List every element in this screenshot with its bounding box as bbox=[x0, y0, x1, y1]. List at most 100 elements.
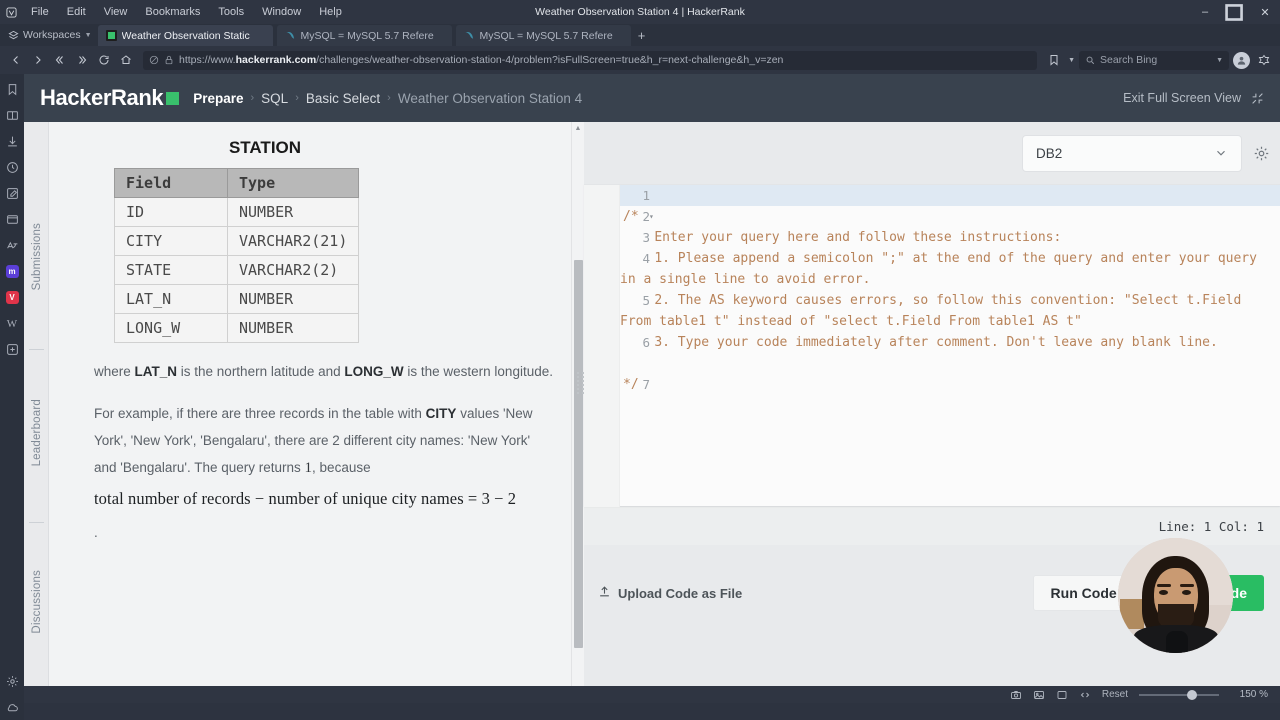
statement-formula: total number of records − number of uniq… bbox=[94, 489, 517, 509]
browser-status-bar: Reset 150 % bbox=[24, 686, 1280, 703]
mastodon-panel-icon[interactable]: m bbox=[4, 263, 21, 280]
line-text: 1. Please append a semicolon ";" at the … bbox=[620, 251, 1265, 287]
profile-avatar[interactable] bbox=[1233, 51, 1250, 69]
zoom-reset-button[interactable]: Reset bbox=[1102, 689, 1128, 700]
upload-icon bbox=[598, 585, 611, 601]
menu-tools[interactable]: Tools bbox=[209, 0, 253, 24]
sync-cloud-icon[interactable] bbox=[4, 699, 21, 716]
cell-field: CITY bbox=[114, 226, 228, 256]
cell-type: NUMBER bbox=[226, 197, 360, 227]
bookmarks-panel-icon[interactable] bbox=[4, 81, 21, 98]
breadcrumb-prepare[interactable]: Prepare bbox=[193, 91, 243, 106]
vivaldi-social-panel-icon[interactable]: V bbox=[4, 289, 21, 306]
zoom-level-label: 150 % bbox=[1239, 689, 1268, 700]
translate-panel-icon[interactable] bbox=[4, 237, 21, 254]
webcam-person-brow-right bbox=[1180, 584, 1194, 587]
tab-mysql-reference-1[interactable]: MySQL = MySQL 5.7 Refere bbox=[276, 25, 452, 46]
image-toggle-icon[interactable] bbox=[1033, 689, 1045, 701]
menu-help[interactable]: Help bbox=[310, 0, 351, 24]
editor-code-area[interactable]: 1 2 ▾ /* 3 Enter your query here and fol… bbox=[620, 185, 1280, 507]
line-number: 4 bbox=[642, 251, 650, 266]
menu-bar: File Edit View Bookmarks Tools Window He… bbox=[0, 0, 1280, 24]
breadcrumb-basic-select[interactable]: Basic Select bbox=[306, 91, 380, 106]
tiling-icon[interactable] bbox=[1056, 689, 1068, 701]
scroll-up-arrow-icon[interactable]: ▲ bbox=[572, 122, 584, 135]
upload-code-button[interactable]: Upload Code as File bbox=[598, 585, 742, 601]
cell-type: NUMBER bbox=[226, 284, 360, 314]
search-input[interactable]: Search Bing ▼ bbox=[1079, 50, 1229, 70]
fold-arrow-icon[interactable]: ▾ bbox=[649, 206, 654, 227]
webcam-shelf bbox=[1120, 599, 1144, 629]
code-editor[interactable]: 1 2 ▾ /* 3 Enter your query here and fol… bbox=[577, 184, 1280, 507]
settings-gear-icon[interactable] bbox=[4, 673, 21, 690]
maximize-button[interactable] bbox=[1220, 0, 1250, 24]
workspaces-button[interactable]: Workspaces ▼ bbox=[0, 24, 98, 46]
new-tab-button[interactable]: + bbox=[631, 25, 653, 46]
fastforward-button[interactable] bbox=[72, 49, 92, 71]
breadcrumb-separator-icon: › bbox=[295, 92, 299, 104]
home-button[interactable] bbox=[116, 49, 136, 71]
language-select[interactable]: DB2 bbox=[1022, 134, 1242, 172]
window-panel-icon[interactable] bbox=[4, 211, 21, 228]
workspaces-icon bbox=[8, 30, 19, 41]
webcam-overlay bbox=[1118, 538, 1233, 653]
forward-button[interactable] bbox=[28, 49, 48, 71]
code-line: 4 1. Please append a semicolon ";" at th… bbox=[620, 248, 1280, 290]
search-placeholder: Search Bing bbox=[1100, 54, 1158, 66]
side-panel-bottom bbox=[0, 673, 24, 716]
mastodon-icon: m bbox=[5, 265, 19, 278]
code-line: 3 Enter your query here and follow these… bbox=[620, 227, 1280, 248]
line-number: 1 bbox=[642, 188, 650, 203]
back-button[interactable] bbox=[6, 49, 26, 71]
tab-mysql-reference-2[interactable]: MySQL = MySQL 5.7 Refere bbox=[455, 25, 631, 46]
developer-tools-icon[interactable] bbox=[1079, 689, 1091, 701]
wikipedia-panel-icon[interactable]: W bbox=[4, 315, 21, 332]
text-fragment: where bbox=[94, 364, 135, 379]
webcam-person-eye-left bbox=[1159, 590, 1168, 595]
menu-view[interactable]: View bbox=[95, 0, 137, 24]
zoom-slider-knob[interactable] bbox=[1187, 689, 1197, 700]
history-panel-icon[interactable] bbox=[4, 159, 21, 176]
search-engine-chevron-icon[interactable]: ▼ bbox=[1216, 57, 1223, 64]
table-row: CITY VARCHAR2(21) bbox=[114, 226, 360, 256]
cell-field: LONG_W bbox=[114, 313, 228, 343]
menu-edit[interactable]: Edit bbox=[58, 0, 95, 24]
address-bar-actions: ▼ Search Bing ▼ bbox=[1044, 49, 1274, 71]
side-tab-submissions[interactable]: Submissions bbox=[24, 202, 49, 312]
breadcrumb-sql[interactable]: SQL bbox=[261, 91, 288, 106]
hackerrank-logo[interactable]: HackerRank bbox=[40, 85, 180, 111]
table-header-row: Field Type bbox=[114, 168, 360, 198]
side-tab-leaderboard[interactable]: Leaderboard bbox=[24, 377, 49, 489]
side-tab-discussions[interactable]: Discussions bbox=[24, 547, 49, 657]
menu-file[interactable]: File bbox=[22, 0, 58, 24]
url-input[interactable]: https://www.hackerrank.com/challenges/we… bbox=[143, 50, 1038, 70]
editor-settings-gear-icon[interactable] bbox=[1253, 145, 1270, 162]
reload-button[interactable] bbox=[94, 49, 114, 71]
rewind-button[interactable] bbox=[50, 49, 70, 71]
menu-bookmarks[interactable]: Bookmarks bbox=[136, 0, 209, 24]
bookmark-icon[interactable] bbox=[1044, 49, 1064, 71]
station-table-title: STATION bbox=[228, 138, 302, 157]
notes-panel-icon[interactable] bbox=[4, 185, 21, 202]
scrollbar-thumb[interactable] bbox=[574, 260, 583, 648]
close-button[interactable]: ✕ bbox=[1250, 0, 1280, 24]
hackerrank-favicon bbox=[105, 30, 117, 41]
table-row: LAT_N NUMBER bbox=[114, 284, 360, 314]
capture-page-icon[interactable] bbox=[1010, 689, 1022, 701]
bookmark-dropdown-icon[interactable]: ▼ bbox=[1068, 57, 1075, 64]
reading-list-panel-icon[interactable] bbox=[4, 107, 21, 124]
downloads-panel-icon[interactable] bbox=[4, 133, 21, 150]
vivaldi-logo-icon[interactable] bbox=[0, 0, 22, 24]
column-header-field: Field bbox=[114, 168, 228, 198]
browser-window: File Edit View Bookmarks Tools Window He… bbox=[0, 0, 1280, 720]
tab-weather-observation-station[interactable]: Weather Observation Static bbox=[97, 25, 273, 46]
extensions-icon[interactable] bbox=[1254, 49, 1274, 71]
menu-window[interactable]: Window bbox=[253, 0, 310, 24]
exit-fullscreen-label[interactable]: Exit Full Screen View bbox=[1123, 91, 1241, 105]
collapse-fullscreen-icon[interactable] bbox=[1251, 92, 1264, 105]
statement-scrollbar[interactable]: ▲ ▼ bbox=[571, 122, 584, 703]
minimize-button[interactable]: – bbox=[1190, 0, 1220, 24]
add-panel-icon[interactable] bbox=[4, 341, 21, 358]
zoom-slider[interactable] bbox=[1139, 689, 1219, 700]
window-controls: – ✕ bbox=[1190, 0, 1280, 24]
